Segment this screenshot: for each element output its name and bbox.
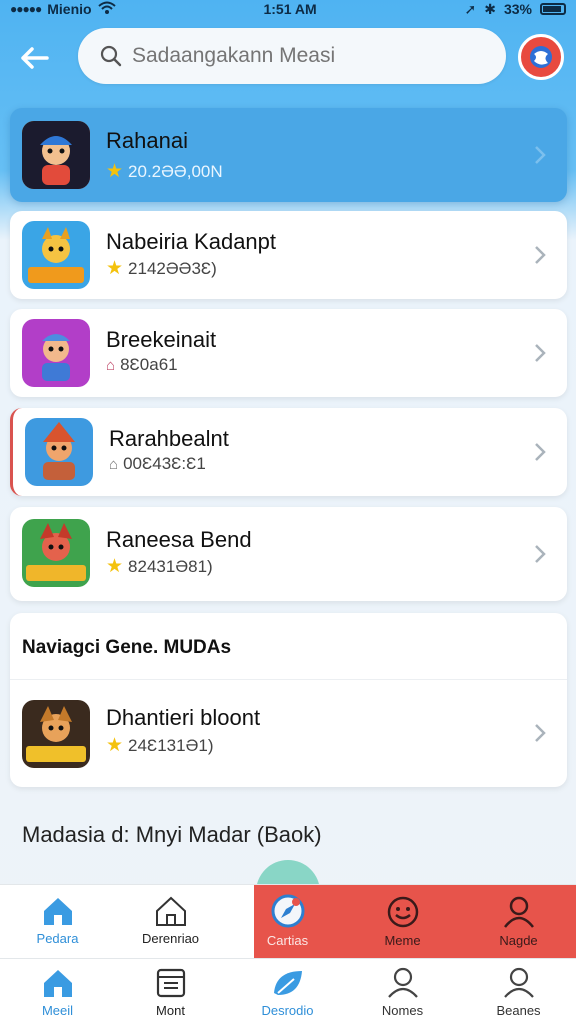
- app-icon: [22, 121, 90, 189]
- app-name: Rarahbealnt: [109, 426, 229, 451]
- chevron-right-icon: [531, 718, 549, 748]
- home-icon: ⌂: [109, 455, 119, 473]
- app-icon: [25, 418, 93, 486]
- window-icon: [156, 968, 185, 998]
- app-meta: ★ 82431Ə81): [106, 555, 213, 578]
- app-meta-value: 2142ƏƏ3Ɛ): [128, 258, 217, 278]
- app-meta: ⌂ 00Ɛ43Ɛ:Ɛ1: [109, 454, 206, 474]
- status-bar: ●●●●● Mienio 1:51 AM ➚ ✱ 33%: [0, 0, 576, 18]
- section-title: Naviagci Gene. MUDAs: [22, 637, 232, 658]
- app-icon: [22, 319, 90, 387]
- tab-label: Meme: [384, 933, 421, 948]
- tab-nomes[interactable]: Nomes: [345, 967, 460, 1018]
- app-name: Dhantieri bloont: [106, 705, 261, 730]
- footer-text: Madasia d: Mnyi Madar (Baok): [22, 822, 322, 847]
- app-list-item[interactable]: Nabeiria Kadanpt ★ 2142ƏƏ3Ɛ): [10, 211, 567, 299]
- chevron-right-icon: [531, 338, 549, 368]
- tab-label: Nomes: [381, 1003, 424, 1018]
- search-icon: [100, 45, 122, 67]
- section-card: Naviagci Gene. MUDAs Dhantieri bloont ★ 2…: [10, 613, 567, 787]
- bluetooth-icon: ✱: [484, 0, 496, 17]
- app-meta-value: 82431Ə81): [128, 556, 213, 576]
- app-list-item[interactable]: Breekeinait ⌂ 8Ɛ0a61: [10, 309, 567, 397]
- compass-icon: [271, 894, 304, 928]
- section-list-item[interactable]: Dhantieri bloont ★ 24Ɛ131Ə1): [10, 680, 567, 787]
- app-name: Breekeinait: [106, 327, 217, 352]
- tab-label: Derenriao: [141, 931, 200, 946]
- app-list-item[interactable]: Rarahbealnt ⌂ 00Ɛ43Ɛ:Ɛ1: [10, 408, 567, 496]
- smile-icon: [387, 896, 418, 928]
- home-icon: [43, 898, 72, 925]
- chevron-right-icon: [531, 539, 549, 569]
- star-icon: ★: [106, 556, 124, 577]
- tab-meeil[interactable]: Meeil: [0, 967, 115, 1018]
- tab-label: Beanes: [496, 1003, 541, 1018]
- app-meta-value: 00Ɛ43Ɛ:Ɛ1: [123, 454, 206, 473]
- battery-icon: [539, 3, 566, 15]
- app-name: Rahanai: [106, 128, 188, 153]
- location-icon: ➚: [464, 0, 477, 17]
- carrier-label: Mienio: [47, 1, 92, 17]
- profile-globe-icon: [530, 46, 552, 68]
- tab-label: Cartias: [266, 933, 309, 948]
- wifi-icon: [97, 1, 116, 18]
- app-meta: ⌂ 8Ɛ0a61: [106, 355, 178, 375]
- app-list-item[interactable]: Rahanai ★ 20.2ƏƏ,00N: [10, 108, 567, 202]
- house-outline-icon: [155, 896, 186, 926]
- tab-derenriao[interactable]: Derenriao: [113, 895, 228, 946]
- user-icon: [503, 896, 534, 928]
- tab-beanes[interactable]: Beanes: [461, 967, 576, 1018]
- tab-label: Desrodio: [261, 1003, 314, 1018]
- app-icon: [22, 519, 90, 587]
- star-icon: ★: [106, 258, 124, 279]
- app-meta: ★ 24Ɛ131Ə1): [106, 734, 214, 757]
- search-bar[interactable]: [78, 28, 506, 84]
- tab-nagde[interactable]: Nagde: [461, 895, 576, 948]
- tab-pedara[interactable]: Pedara: [0, 895, 115, 946]
- tab-label: Meeil: [41, 1003, 74, 1018]
- signal-dots-icon: ●●●●●: [10, 2, 42, 16]
- star-icon: ★: [106, 735, 124, 756]
- tab-mont[interactable]: Mont: [113, 967, 228, 1018]
- tab-label: Mont: [156, 1003, 185, 1018]
- user-icon: [387, 967, 418, 998]
- chevron-right-icon: [531, 140, 549, 170]
- app-meta-value: 24Ɛ131Ə1): [128, 735, 214, 755]
- back-arrow-icon: [21, 47, 49, 69]
- header: [0, 28, 576, 88]
- home-icon: ⌂: [106, 356, 116, 374]
- status-right: ➚ ✱ 33%: [464, 1, 566, 18]
- app-icon: [22, 700, 90, 768]
- profile-button[interactable]: [518, 34, 564, 80]
- battery-percent: 33%: [503, 1, 532, 17]
- leaf-icon: [273, 971, 302, 995]
- status-time: 1:51 AM: [263, 1, 317, 17]
- app-meta-value: 20.2ƏƏ,00N: [128, 161, 223, 181]
- back-button[interactable]: [14, 38, 54, 78]
- app-name: Nabeiria Kadanpt: [106, 229, 277, 254]
- app-name: Raneesa Bend: [106, 527, 252, 552]
- app-meta: ★ 2142ƏƏ3Ɛ): [106, 257, 217, 280]
- search-input[interactable]: [132, 44, 492, 68]
- app-meta-value: 8Ɛ0a61: [120, 355, 178, 374]
- user-icon: [503, 967, 534, 998]
- status-left: ●●●●● Mienio: [10, 1, 116, 18]
- tab-cartias[interactable]: Cartias: [230, 893, 345, 948]
- app-icon: [22, 221, 90, 289]
- chevron-right-icon: [531, 240, 549, 270]
- app-list-item[interactable]: Raneesa Bend ★ 82431Ə81): [10, 507, 567, 601]
- tab-bar-top: Pedara Derenriao Cartias Meme Nagde: [0, 884, 576, 959]
- tab-label: Nagde: [499, 933, 538, 948]
- star-icon: ★: [106, 161, 124, 182]
- home-icon: [43, 970, 72, 997]
- chevron-right-icon: [531, 437, 549, 467]
- tab-label: Pedara: [36, 931, 79, 946]
- app-meta: ★ 20.2ƏƏ,00N: [106, 160, 223, 183]
- tab-bar-bottom: Meeil Mont Desrodio Nomes Beanes: [0, 958, 576, 1024]
- tab-meme[interactable]: Meme: [345, 895, 460, 948]
- tab-desrodio[interactable]: Desrodio: [230, 967, 345, 1018]
